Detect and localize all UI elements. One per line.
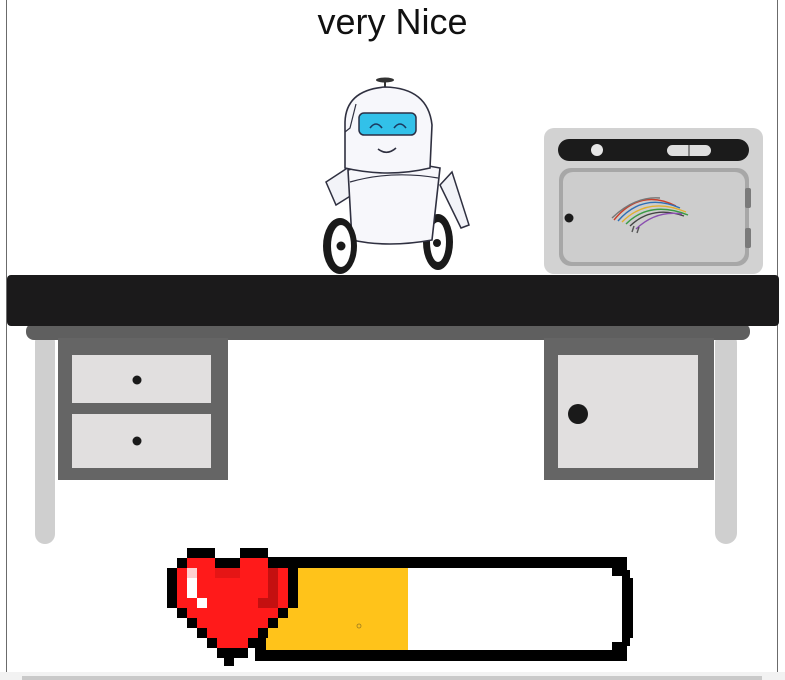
drawer-top-knob	[132, 375, 142, 385]
left-drawer-cabinet	[58, 338, 228, 480]
robot-character[interactable]	[323, 77, 470, 275]
cabinet-door-knob	[568, 404, 588, 424]
robot-visor	[358, 112, 417, 136]
microwave-oven[interactable]	[544, 128, 763, 274]
game-scene	[7, 77, 779, 666]
drawer-top[interactable]	[72, 355, 211, 403]
drawer-bottom-knob	[132, 436, 142, 446]
right-cabinet	[544, 338, 714, 480]
desk-top	[7, 275, 779, 326]
health-bar	[255, 557, 633, 661]
